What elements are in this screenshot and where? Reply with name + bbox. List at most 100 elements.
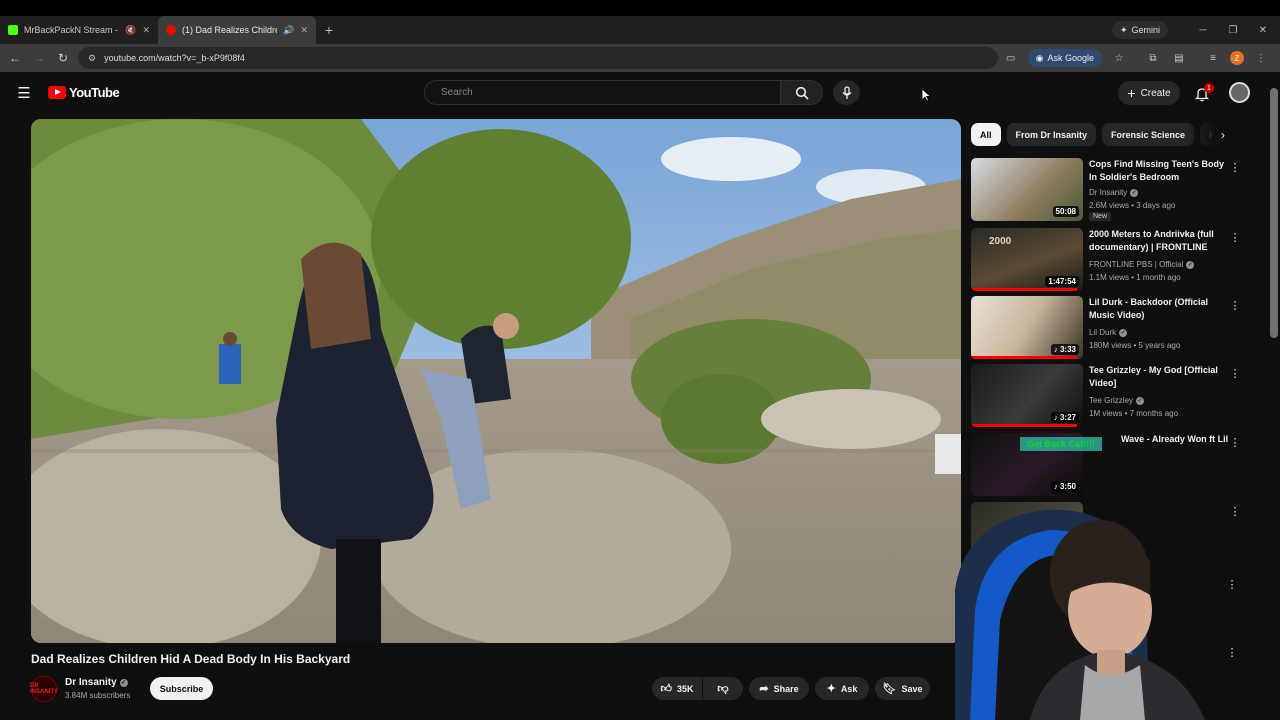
subscribe-button[interactable]: Subscribe: [150, 677, 213, 700]
search-button[interactable]: [781, 80, 823, 105]
recommendation-channel[interactable]: Tee Grizzley ✓: [1089, 396, 1145, 405]
ask-button[interactable]: ✦ Ask: [815, 677, 869, 700]
site-info-icon[interactable]: ⚙: [88, 53, 96, 64]
new-tab-button[interactable]: +: [316, 16, 342, 44]
verified-icon: ✓: [1136, 396, 1145, 405]
stream-overlay-label: Get Back Cat!!!!: [1020, 437, 1102, 451]
more-options-icon[interactable]: ⋮: [1229, 435, 1241, 449]
bookmark-star-icon[interactable]: ☆: [1110, 49, 1128, 67]
duration-badge: ♪ 3:27: [1050, 412, 1079, 423]
verified-icon: ✓: [1186, 260, 1195, 269]
more-options-icon[interactable]: ⋮: [1229, 298, 1241, 312]
watch-progress-bar: [971, 424, 1077, 427]
save-button[interactable]: 🔖︎ Save: [875, 677, 930, 700]
account-avatar[interactable]: [1229, 82, 1250, 103]
create-button[interactable]: + Create: [1118, 81, 1180, 105]
video-thumbnail[interactable]: 50:08: [971, 158, 1083, 221]
chip-all[interactable]: All: [971, 123, 1001, 146]
recommendation-item[interactable]: 50:08 Cops Find Missing Teen's Body In S…: [971, 158, 1241, 222]
notification-badge: 1: [1204, 83, 1214, 93]
video-thumbnail[interactable]: ♪ 3:27: [971, 364, 1083, 427]
gemini-button[interactable]: ✦ Gemini: [1111, 21, 1168, 39]
watch-progress-bar: [971, 288, 1077, 291]
tab-stream[interactable]: MrBackPackN Stream - Wat 🔇 ✕: [0, 16, 158, 44]
verified-icon: ✓: [119, 678, 128, 687]
audio-icon[interactable]: 🔊: [283, 25, 294, 36]
youtube-logo[interactable]: YouTube: [48, 85, 120, 100]
more-options-icon[interactable]: ⋮: [1229, 230, 1241, 244]
recommendation-channel[interactable]: FRONTLINE PBS | Official ✓: [1089, 260, 1195, 269]
channel-name[interactable]: Dr Insanity ✓: [65, 677, 128, 688]
share-label: Share: [773, 683, 799, 694]
more-options-icon[interactable]: ⋮: [1226, 645, 1238, 659]
sidebar-icon[interactable]: ▤: [1170, 49, 1188, 67]
search-icon: [795, 86, 809, 100]
recommendation-meta: 1.1M views • 1 month ago: [1089, 273, 1181, 282]
chip-forensic-science[interactable]: Forensic Science: [1102, 123, 1195, 146]
share-icon: ➦: [759, 683, 769, 695]
more-options-icon[interactable]: ⋮: [1229, 160, 1241, 174]
watch-progress-bar: [971, 356, 1077, 359]
streamer-webcam-image: [955, 509, 1205, 720]
video-player[interactable]: [31, 119, 961, 643]
browser-menu-icon[interactable]: ⋮: [1252, 49, 1270, 67]
recommendation-channel[interactable]: Dr Insanity ✓: [1089, 188, 1139, 197]
forward-button[interactable]: →: [27, 46, 51, 70]
ask-label: Ask: [840, 683, 858, 694]
dislike-button[interactable]: 👎︎: [703, 677, 743, 700]
recommendation-title[interactable]: Wave - Already Won ft Lil: [1121, 433, 1231, 446]
chevron-right-icon[interactable]: ›: [1213, 124, 1233, 146]
url-text: youtube.com/watch?v=_b-xP9f08f4: [104, 53, 245, 63]
duration-badge: ♪ 3:33: [1050, 344, 1079, 355]
video-thumbnail[interactable]: 2000 1:47:54: [971, 228, 1083, 291]
tab-youtube[interactable]: (1) Dad Realizes Children Hi 🔊 ✕: [158, 16, 316, 44]
close-tab-icon[interactable]: ✕: [300, 25, 308, 36]
recommendation-title[interactable]: Tee Grizzley - My God [Official Video]: [1089, 364, 1224, 390]
url-bar[interactable]: ⚙ youtube.com/watch?v=_b-xP9f08f4: [78, 47, 998, 69]
like-icon: 👍︎: [660, 683, 672, 695]
chip-from-dr-insanity[interactable]: From Dr Insanity: [1006, 123, 1097, 146]
video-thumbnail[interactable]: ♪ 3:33: [971, 296, 1083, 359]
gemini-label: Gemini: [1131, 25, 1160, 35]
back-button[interactable]: ←: [3, 46, 27, 70]
recommendation-channel[interactable]: Lil Durk ✓: [1089, 328, 1128, 337]
channel-text: Lil Durk: [1089, 328, 1117, 337]
recommendation-title[interactable]: 2000 Meters to Andriivka (full documenta…: [1089, 228, 1224, 254]
page-scrollbar[interactable]: [1270, 88, 1278, 338]
extensions-icon[interactable]: ⧉: [1144, 49, 1162, 67]
new-badge: New: [1089, 212, 1112, 221]
minimize-button[interactable]: ─: [1188, 16, 1218, 44]
recommendation-item[interactable]: ♪ 3:27 Tee Grizzley - My God [Official V…: [971, 364, 1241, 428]
more-options-icon[interactable]: ⋮: [1229, 366, 1241, 380]
reload-button[interactable]: ↻: [51, 46, 75, 70]
verified-icon: ✓: [1119, 328, 1128, 337]
tab-strip: MrBackPackN Stream - Wat 🔇 ✕ (1) Dad Rea…: [0, 16, 1280, 44]
ask-icon: ✦: [826, 683, 836, 695]
ask-google-button[interactable]: ◉ Ask Google: [1027, 49, 1102, 67]
recommendation-title[interactable]: Cops Find Missing Teen's Body In Soldier…: [1089, 158, 1224, 184]
recommendation-title[interactable]: Lil Durk - Backdoor (Official Music Vide…: [1089, 296, 1224, 322]
share-button[interactable]: ➦ Share: [749, 677, 809, 700]
recommendation-item[interactable]: ♪ 3:33 Lil Durk - Backdoor (Official Mus…: [971, 296, 1241, 360]
youtube-header: ☰ YouTube Search + Create: [0, 72, 1280, 114]
search-input[interactable]: Search: [424, 80, 781, 105]
close-window-button[interactable]: ✕: [1248, 16, 1278, 44]
menu-icon[interactable]: ☰: [14, 84, 34, 102]
close-tab-icon[interactable]: ✕: [142, 25, 150, 36]
recommendation-item[interactable]: 2000 1:47:54 2000 Meters to Andriivka (f…: [971, 228, 1241, 292]
profile-avatar[interactable]: Z: [1230, 51, 1244, 65]
like-count: 35K: [676, 683, 694, 694]
recommendation-meta: 2.6M views • 3 days ago: [1089, 201, 1176, 210]
tab-title: (1) Dad Realizes Children Hi: [182, 25, 277, 35]
media-control-icon[interactable]: ≡: [1204, 49, 1222, 67]
verified-icon: ✓: [1130, 188, 1139, 197]
youtube-play-icon: [48, 86, 66, 99]
muted-icon[interactable]: 🔇: [125, 25, 136, 36]
recommendation-item[interactable]: ♪ 3:50 Wave - Already Won ft Lil ⋮: [971, 433, 1241, 497]
like-button[interactable]: 👍︎ 35K: [652, 677, 702, 700]
channel-avatar[interactable]: DR INSANITY: [30, 676, 58, 702]
voice-search-button[interactable]: [833, 80, 860, 105]
restore-button[interactable]: ❐: [1218, 16, 1248, 44]
more-options-icon[interactable]: ⋮: [1226, 577, 1238, 591]
cast-icon[interactable]: ▭: [1002, 49, 1020, 67]
